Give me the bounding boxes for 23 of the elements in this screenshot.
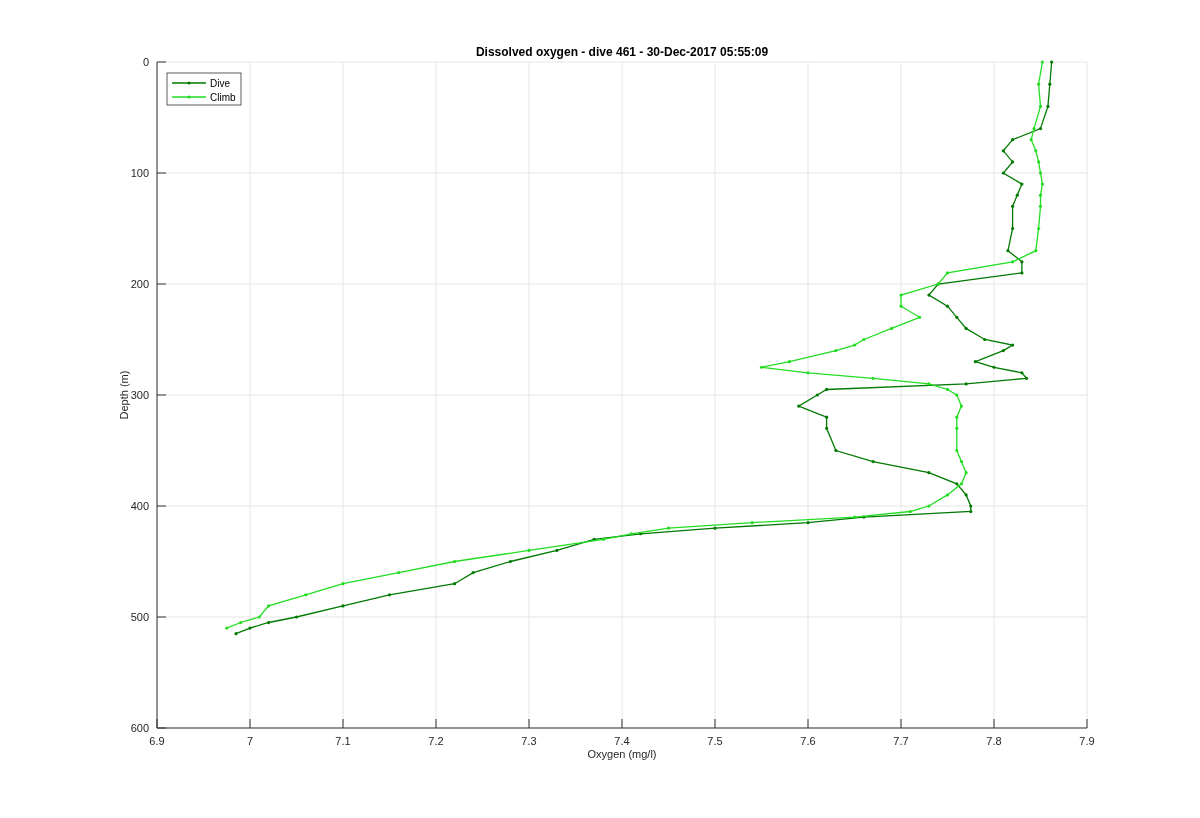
tick-label: 500 <box>130 611 149 623</box>
tick-label: 100 <box>130 167 149 179</box>
tick-label: 7.4 <box>614 735 630 747</box>
tick-label: 600 <box>130 722 149 734</box>
tick-label: 7.1 <box>335 735 351 747</box>
tick-label: 7.5 <box>707 735 723 747</box>
tick-label: 7.2 <box>428 735 444 747</box>
tick-label: 7.9 <box>1079 735 1095 747</box>
tick-label: 7.6 <box>800 735 816 747</box>
axis-label: Oxygen (mg/l) <box>587 748 657 760</box>
legend-label: Climb <box>210 92 236 103</box>
tick-label: 300 <box>130 389 149 401</box>
tick-label: 7 <box>246 735 254 747</box>
tick-label: 0 <box>142 56 149 68</box>
tick-label: 7.3 <box>521 735 537 747</box>
tick-label: 7.7 <box>893 735 909 747</box>
tick-label: 6.9 <box>149 735 165 747</box>
axis-label: Depth (m) <box>118 370 130 420</box>
tick-label: 400 <box>130 500 149 512</box>
tick-label: 200 <box>130 278 149 290</box>
chart-title: Dissolved oxygen - dive 461 - 30-Dec-2017 05:55:09 <box>475 45 769 59</box>
legend-label: Dive <box>210 78 230 89</box>
tick-label: 7.8 <box>986 735 1002 747</box>
